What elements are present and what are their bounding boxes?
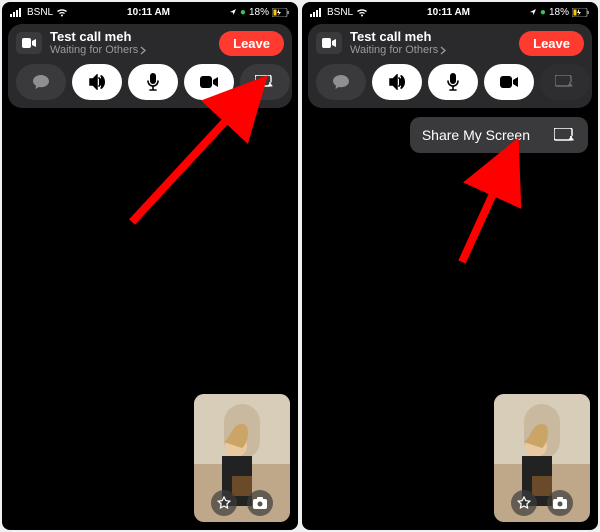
participant-tile[interactable] <box>316 32 342 54</box>
clock: 10:11 AM <box>127 7 170 18</box>
signal-dot: ● <box>540 7 546 18</box>
video-icon <box>22 38 36 48</box>
effects-button[interactable] <box>211 490 237 516</box>
wifi-icon <box>356 8 368 17</box>
star-icon <box>517 496 531 510</box>
video-icon <box>200 76 218 88</box>
microphone-icon <box>447 73 459 91</box>
speaker-button[interactable] <box>72 64 122 100</box>
annotation-arrow <box>437 137 557 277</box>
capture-button[interactable] <box>247 490 273 516</box>
shareplay-icon <box>554 128 576 143</box>
camera-button[interactable] <box>484 64 534 100</box>
video-icon <box>500 76 518 88</box>
wifi-icon <box>56 8 68 17</box>
share-screen-label: Share My Screen <box>422 127 530 143</box>
call-subtitle: Waiting for Others <box>350 44 438 56</box>
signal-dot: ● <box>240 7 246 18</box>
call-info[interactable]: Test call meh Waiting for Others <box>350 30 519 56</box>
participant-tile[interactable] <box>16 32 42 54</box>
call-title: Test call meh <box>350 30 519 44</box>
status-bar: BSNL 10:11 AM ● 18% <box>302 2 598 20</box>
share-screen-menu-item[interactable]: Share My Screen <box>410 117 588 153</box>
call-info[interactable]: Test call meh Waiting for Others <box>50 30 219 56</box>
call-controls <box>316 64 584 100</box>
phone-right: BSNL 10:11 AM ● 18% Test call meh Waitin… <box>302 2 598 530</box>
speaker-icon <box>88 74 106 90</box>
signal-icon <box>10 8 24 17</box>
chevron-right-icon <box>140 46 146 55</box>
mute-button[interactable] <box>128 64 178 100</box>
effects-button[interactable] <box>511 490 537 516</box>
shareplay-icon <box>555 75 575 89</box>
carrier-label: BSNL <box>27 7 53 18</box>
self-view[interactable] <box>494 394 590 522</box>
call-subtitle: Waiting for Others <box>50 44 138 56</box>
battery-percent: 18% <box>549 7 569 18</box>
leave-button[interactable]: Leave <box>219 31 284 56</box>
shareplay-button[interactable] <box>540 64 590 100</box>
capture-button[interactable] <box>547 490 573 516</box>
mute-button[interactable] <box>428 64 478 100</box>
shareplay-icon <box>255 75 275 89</box>
call-title: Test call meh <box>50 30 219 44</box>
microphone-icon <box>147 73 159 91</box>
camera-icon <box>553 497 567 509</box>
battery-icon <box>572 8 590 17</box>
call-panel: Test call meh Waiting for Others Leave <box>8 24 292 108</box>
self-view[interactable] <box>194 394 290 522</box>
call-controls <box>16 64 284 100</box>
message-icon <box>332 74 350 90</box>
star-icon <box>217 496 231 510</box>
battery-percent: 18% <box>249 7 269 18</box>
location-icon <box>229 8 237 16</box>
camera-button[interactable] <box>184 64 234 100</box>
carrier-label: BSNL <box>327 7 353 18</box>
messages-button[interactable] <box>16 64 66 100</box>
battery-icon <box>272 8 290 17</box>
speaker-button[interactable] <box>372 64 422 100</box>
call-panel: Test call meh Waiting for Others Leave <box>308 24 592 108</box>
messages-button[interactable] <box>316 64 366 100</box>
shareplay-button[interactable] <box>240 64 290 100</box>
camera-icon <box>253 497 267 509</box>
signal-icon <box>310 8 324 17</box>
chevron-right-icon <box>440 46 446 55</box>
leave-button[interactable]: Leave <box>519 31 584 56</box>
video-icon <box>322 38 336 48</box>
location-icon <box>529 8 537 16</box>
speaker-icon <box>388 74 406 90</box>
status-bar: BSNL 10:11 AM ● 18% <box>2 2 298 20</box>
clock: 10:11 AM <box>427 7 470 18</box>
phone-left: BSNL 10:11 AM ● 18% Test call meh Waitin… <box>2 2 298 530</box>
message-icon <box>32 74 50 90</box>
